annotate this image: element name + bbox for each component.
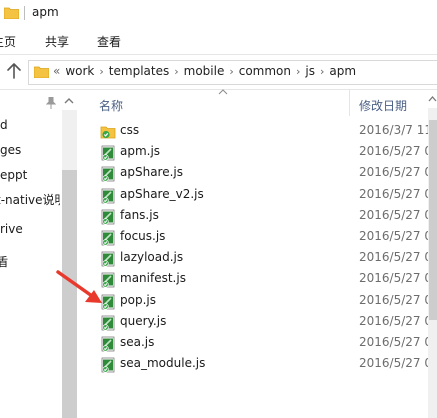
list-item[interactable]: lazyload.js 2016/5/27 0:5 — [78, 248, 437, 269]
title-bar: apm — [0, 0, 437, 28]
breadcrumb-chevron-icon[interactable]: › — [315, 65, 329, 78]
file-name: focus.js — [120, 229, 166, 243]
list-item[interactable]: sea_module.js 2016/5/27 0:5 — [78, 354, 437, 375]
tab-view[interactable]: 查看 — [97, 33, 121, 50]
file-name: pop.js — [120, 292, 156, 307]
js-file-icon — [101, 230, 115, 246]
breadcrumb-common[interactable]: common — [239, 64, 291, 78]
title-separator — [24, 6, 25, 20]
file-name: lazyload.js — [120, 250, 184, 265]
file-modified-date: 2016/5/27 0:5 — [359, 271, 437, 286]
breadcrumb-chevron-icon[interactable]: › — [291, 65, 305, 78]
file-modified-date: 2016/5/27 0:5 — [359, 186, 437, 201]
navigation-row: «work › templates › mobile › common › js › apm — [0, 55, 437, 90]
js-file-icon — [101, 145, 115, 161]
js-file-icon — [101, 209, 115, 225]
nav-item[interactable]: d — [0, 118, 60, 132]
tab-share[interactable]: 共享 — [45, 33, 69, 50]
nav-item[interactable]: t-native说明 — [0, 191, 60, 208]
list-item[interactable]: fans.js 2016/5/27 0:5 — [78, 206, 437, 227]
js-file-icon — [101, 166, 115, 182]
list-item[interactable]: apm.js 2016/5/27 0:5 — [78, 142, 437, 163]
file-name: fans.js — [120, 207, 159, 222]
folder-sync-icon — [100, 126, 116, 139]
file-name: manifest.js — [120, 271, 186, 286]
folder-icon — [34, 66, 49, 78]
breadcrumb-chevron-icon[interactable]: › — [224, 65, 238, 78]
file-list: css 2016/3/7 11:1 apm.js 2016/5/27 0:5 apSha… — [78, 118, 437, 418]
file-modified-date: 2016/5/27 0:5 — [359, 335, 437, 349]
pin-icon[interactable] — [46, 97, 56, 109]
ribbon-tabs: 主页 共享 查看 — [0, 28, 437, 55]
breadcrumb-mobile[interactable]: mobile — [184, 64, 225, 78]
scroll-up-icon[interactable] — [428, 92, 437, 106]
nav-item[interactable]: ges — [0, 143, 60, 157]
file-name: sea_module.js — [120, 356, 206, 371]
js-file-icon — [101, 188, 115, 204]
js-file-icon — [101, 357, 115, 373]
breadcrumb-apm[interactable]: apm — [329, 64, 356, 78]
js-file-icon — [101, 251, 115, 267]
folder-icon — [4, 7, 19, 19]
annotation-arrow-icon — [56, 270, 102, 303]
file-modified-date: 2016/5/27 0:5 — [359, 144, 437, 159]
file-modified-date: 2016/5/27 0:5 — [359, 165, 437, 180]
file-modified-date: 2016/5/27 0:5 — [359, 292, 437, 307]
file-modified-date: 2016/5/27 0:5 — [359, 250, 437, 265]
file-modified-date: 2016/3/7 11:1 — [359, 123, 437, 137]
column-divider[interactable] — [349, 90, 350, 116]
breadcrumb-chevron-icon[interactable]: › — [169, 65, 183, 78]
column-header-name[interactable]: 名称 — [99, 97, 123, 114]
list-item[interactable]: sea.js 2016/5/27 0:5 — [78, 333, 437, 354]
nav-item[interactable]: 盾 — [0, 253, 56, 270]
file-modified-date: 2016/5/27 0:5 — [359, 229, 437, 243]
sort-arrow-icon — [218, 89, 228, 95]
file-name: apm.js — [120, 144, 161, 159]
file-modified-date: 2016/5/27 0:5 — [359, 356, 437, 371]
list-item[interactable]: css 2016/3/7 11:1 — [78, 121, 437, 142]
breadcrumb-js[interactable]: js — [305, 64, 315, 78]
list-item[interactable]: apShare_v2.js 2016/5/27 0:5 — [78, 185, 437, 206]
scrollbar-thumb[interactable] — [429, 120, 437, 320]
list-item[interactable]: manifest.js 2016/5/27 0:5 — [78, 269, 437, 290]
js-file-icon — [101, 336, 115, 352]
file-name: sea.js — [120, 335, 155, 349]
file-name: css — [120, 123, 140, 137]
window-title: apm — [32, 5, 59, 19]
scroll-up-icon[interactable] — [62, 94, 76, 108]
up-arrow-icon[interactable] — [6, 62, 22, 80]
nav-item[interactable]: rive — [0, 222, 60, 236]
nav-item[interactable]: eppt — [0, 168, 60, 182]
address-bar[interactable]: «work › templates › mobile › common › js › apm — [28, 60, 437, 85]
breadcrumb: «work › templates › mobile › common › js › apm — [53, 64, 356, 78]
list-item[interactable]: apShare.js 2016/5/27 0:5 — [78, 163, 437, 184]
file-modified-date: 2016/5/27 0:5 — [359, 207, 437, 222]
list-item[interactable]: query.js 2016/5/27 0:5 — [78, 312, 437, 333]
file-name: apShare_v2.js — [120, 186, 204, 201]
file-name: apShare.js — [120, 165, 183, 180]
file-name: query.js — [120, 313, 167, 328]
navigation-pane: d ges eppt t-native说明 rive 盾 — [0, 90, 78, 418]
breadcrumb-templates[interactable]: templates — [109, 64, 169, 78]
breadcrumb-work[interactable]: work — [65, 64, 94, 78]
breadcrumb-overflow[interactable]: « — [53, 64, 65, 78]
breadcrumb-chevron-icon[interactable]: › — [94, 65, 108, 78]
js-file-icon — [101, 315, 115, 331]
column-header-date[interactable]: 修改日期 — [359, 97, 407, 114]
file-modified-date: 2016/5/27 0:5 — [359, 313, 437, 328]
list-item[interactable]: focus.js 2016/5/27 0:5 — [78, 227, 437, 248]
list-item[interactable]: pop.js 2016/5/27 0:5 — [78, 291, 437, 312]
tab-home[interactable]: 主页 — [0, 33, 16, 50]
